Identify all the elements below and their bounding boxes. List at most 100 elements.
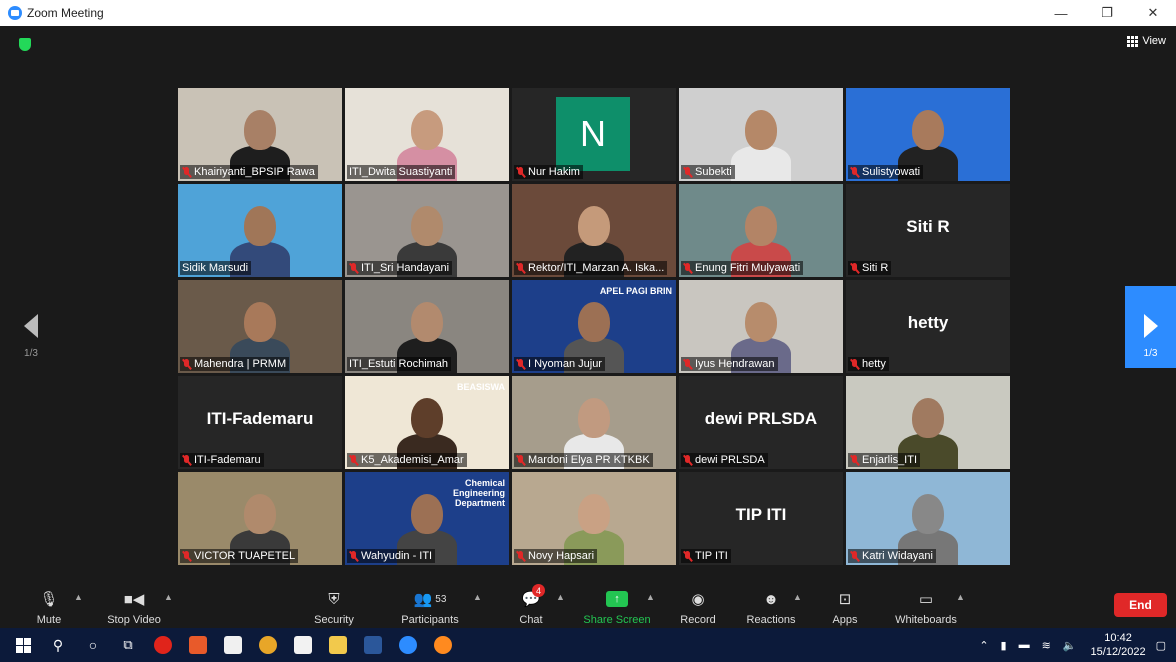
view-button[interactable]: View <box>1127 35 1166 47</box>
whiteboards-options-caret-icon[interactable]: ▲ <box>956 592 965 602</box>
participant-tile[interactable]: ITI-Fademaru ITI-Fademaru <box>178 376 342 469</box>
participant-tile[interactable]: Chemical Engineering Department Wahyudin … <box>345 472 509 565</box>
participant-tile[interactable]: VICTOR TUAPETEL <box>178 472 342 565</box>
video-overlay-text: BEASISWA <box>456 382 505 392</box>
participant-tile[interactable]: Enjarlis_ITI <box>846 376 1010 469</box>
stop-video-button[interactable]: ■◀ Stop Video <box>104 586 164 628</box>
security-button[interactable]: ⛨ Security <box>310 586 358 628</box>
zoom-taskbar-icon[interactable] <box>393 628 423 662</box>
participant-name: K5_Akademisi_Amar <box>361 454 464 466</box>
mute-options-caret-icon[interactable]: ▲ <box>74 592 83 602</box>
muted-microphone-icon <box>850 550 859 562</box>
participant-tile[interactable]: Mardoni Elya PR KTKBK <box>512 376 676 469</box>
muted-microphone-icon <box>516 358 525 370</box>
chat-button[interactable]: 💬 4 Chat <box>515 584 547 628</box>
participant-tile[interactable]: Iyus Hendrawan <box>679 280 843 373</box>
muted-microphone-icon <box>182 454 191 466</box>
chrome-browser-icon[interactable] <box>253 628 283 662</box>
participant-tile[interactable]: ITI_Estuti Rochimah <box>345 280 509 373</box>
previous-page-button[interactable]: 1/3 <box>14 288 48 368</box>
chat-options-caret-icon[interactable]: ▲ <box>556 592 565 602</box>
record-label: Record <box>680 614 716 626</box>
participant-tile[interactable]: Mahendra | PRMM <box>178 280 342 373</box>
reactions-options-caret-icon[interactable]: ▲ <box>793 592 802 602</box>
firefox-browser-icon[interactable] <box>428 628 458 662</box>
clock[interactable]: 10:42 15/12/2022 <box>1091 631 1146 659</box>
participant-face <box>912 398 944 438</box>
participant-tile[interactable]: N Nur Hakim <box>512 88 676 181</box>
apps-label: Apps <box>832 614 858 626</box>
participant-tile[interactable]: Novy Hapsari <box>512 472 676 565</box>
participant-body <box>731 146 791 181</box>
participant-tile[interactable]: Sulistyowati <box>846 88 1010 181</box>
participant-display-name: TIP ITI <box>735 505 787 524</box>
battery-icon[interactable]: ▬ <box>1019 639 1030 651</box>
maximize-button[interactable]: ❐ <box>1084 0 1130 26</box>
chevron-right-icon <box>1143 314 1158 338</box>
participant-tile[interactable]: Subekti <box>679 88 843 181</box>
participant-name: Enjarlis_ITI <box>862 454 918 466</box>
participant-tile[interactable]: Rektor/ITI_Marzan A. Iska... <box>512 184 676 277</box>
video-camera-icon: ■◀ <box>123 591 145 608</box>
participant-tile[interactable]: Siti R Siti R <box>846 184 1010 277</box>
participant-tile[interactable]: Khairiyanti_BPSIP Rawa <box>178 88 342 181</box>
participant-name-tag: Siti R <box>848 261 892 275</box>
close-button[interactable]: ✕ <box>1130 0 1176 26</box>
muted-microphone-icon <box>683 454 692 466</box>
share-options-caret-icon[interactable]: ▲ <box>646 592 655 602</box>
mail-app-icon[interactable] <box>288 628 318 662</box>
security-shield-icon[interactable] <box>19 38 31 51</box>
system-tray: ⌃ ▮ ▬ ≋ 🔈 10:42 15/12/2022 ▢ <box>973 628 1176 662</box>
volume-icon[interactable]: 🔈 <box>1063 639 1077 652</box>
usb-icon[interactable]: ▮ <box>1001 639 1007 652</box>
participant-tile[interactable]: APEL PAGI BRIN I Nyoman Jujur <box>512 280 676 373</box>
participants-count: 53 <box>435 593 447 605</box>
participant-tile[interactable]: dewi PRLSDA dewi PRLSDA <box>679 376 843 469</box>
wifi-icon[interactable]: ≋ <box>1042 639 1051 652</box>
participant-name: ITI-Fademaru <box>194 454 261 466</box>
whiteboards-button[interactable]: ▭ Whiteboards <box>892 586 960 628</box>
participant-name-tag: ITI_Estuti Rochimah <box>347 357 452 371</box>
reactions-smiley-icon: ☻ <box>763 590 779 608</box>
participant-tile[interactable]: TIP ITI TIP ITI <box>679 472 843 565</box>
participant-tile[interactable]: ITI_Sri Handayani <box>345 184 509 277</box>
windows-start-icon[interactable] <box>8 628 38 662</box>
participant-name: Mahendra | PRMM <box>194 358 287 370</box>
show-hidden-icons-icon[interactable]: ⌃ <box>979 639 988 652</box>
participant-tile[interactable]: Katri Widayani <box>846 472 1010 565</box>
notifications-icon[interactable]: ▢ <box>1156 639 1166 652</box>
participants-button[interactable]: 👥 53 Participants <box>398 586 462 628</box>
participant-tile[interactable]: BEASISWA K5_Akademisi_Amar <box>345 376 509 469</box>
search-icon[interactable]: ⚲ <box>43 628 73 662</box>
participant-tile[interactable]: ITI_Dwita Suastiyanti <box>345 88 509 181</box>
shield-icon: ⛨ <box>328 590 340 608</box>
participants-options-caret-icon[interactable]: ▲ <box>473 592 482 602</box>
clock-time: 10:42 <box>1104 632 1132 644</box>
participant-face <box>244 494 276 534</box>
task-view-icon[interactable]: ⧉ <box>113 628 143 662</box>
camera-app-icon[interactable] <box>218 628 248 662</box>
muted-microphone-icon <box>349 262 358 274</box>
reactions-button[interactable]: ☻ Reactions <box>744 586 798 628</box>
office-app-icon[interactable] <box>183 628 213 662</box>
muted-microphone-icon <box>850 166 859 178</box>
video-options-caret-icon[interactable]: ▲ <box>164 592 173 602</box>
participant-tile[interactable]: Enung Fitri Mulyawati <box>679 184 843 277</box>
apps-button[interactable]: ⊡ Apps <box>828 586 862 628</box>
file-explorer-icon[interactable] <box>323 628 353 662</box>
word-app-icon[interactable] <box>358 628 388 662</box>
participant-tile[interactable]: Sidik Marsudi <box>178 184 342 277</box>
record-button[interactable]: ◉ Record <box>678 586 718 628</box>
end-meeting-button[interactable]: End <box>1114 593 1167 617</box>
mute-button[interactable]: 🎙 Mute <box>34 586 64 628</box>
opera-browser-icon[interactable] <box>148 628 178 662</box>
participant-name-tag: ITI_Dwita Suastiyanti <box>347 165 456 179</box>
share-screen-button[interactable]: ↑ Share Screen <box>582 586 652 628</box>
meeting-area: View 1/3 1/3 Khairiyanti_BPSIP Rawa ITI_D… <box>0 26 1176 586</box>
cortana-icon[interactable]: ○ <box>78 628 108 662</box>
clock-date: 15/12/2022 <box>1090 646 1146 658</box>
participant-tile[interactable]: hetty hetty <box>846 280 1010 373</box>
next-page-button[interactable]: 1/3 <box>1125 286 1176 368</box>
participants-icon-group: 👥 53 <box>414 588 447 610</box>
minimize-button[interactable]: — <box>1038 0 1084 26</box>
